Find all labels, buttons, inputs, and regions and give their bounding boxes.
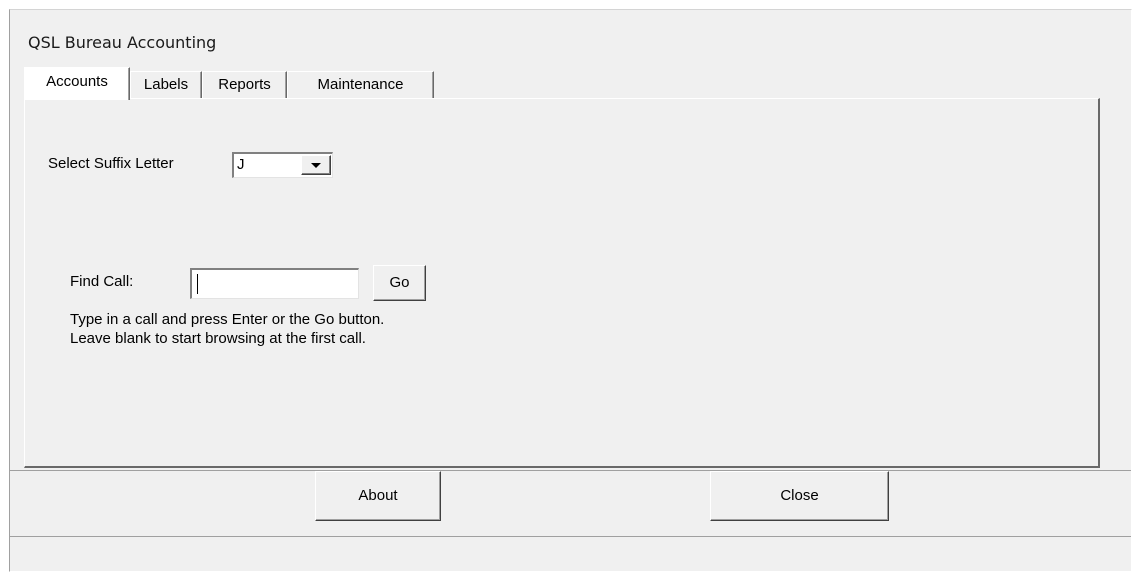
text-caret	[197, 274, 198, 294]
form-title: QSL Bureau Accounting	[28, 33, 217, 52]
suffix-letter-label: Select Suffix Letter	[48, 155, 174, 172]
suffix-letter-value: J	[237, 156, 245, 173]
about-button[interactable]: About	[315, 471, 441, 521]
tab-labels[interactable]: Labels	[130, 71, 202, 99]
find-call-label: Find Call:	[70, 273, 134, 290]
find-call-input[interactable]	[190, 268, 359, 299]
suffix-letter-select[interactable]: J	[232, 152, 333, 178]
suffix-dropdown-button[interactable]	[301, 155, 331, 175]
close-button[interactable]: Close	[710, 471, 889, 521]
go-button[interactable]: Go	[373, 265, 426, 301]
chevron-down-icon	[311, 163, 321, 168]
find-call-help-line-1: Type in a call and press Enter or the Go…	[70, 311, 385, 328]
tab-accounts[interactable]: Accounts	[24, 67, 130, 100]
find-call-help-line-2: Leave blank to start browsing at the fir…	[70, 330, 366, 347]
form-footer: About Close	[10, 470, 1131, 571]
footer-button-strip: About Close	[10, 470, 1131, 537]
accounts-tab-page: Select Suffix Letter J Find Call: Go Typ…	[24, 98, 1100, 468]
tab-maintenance[interactable]: Maintenance	[287, 71, 434, 99]
tab-reports[interactable]: Reports	[202, 71, 287, 99]
